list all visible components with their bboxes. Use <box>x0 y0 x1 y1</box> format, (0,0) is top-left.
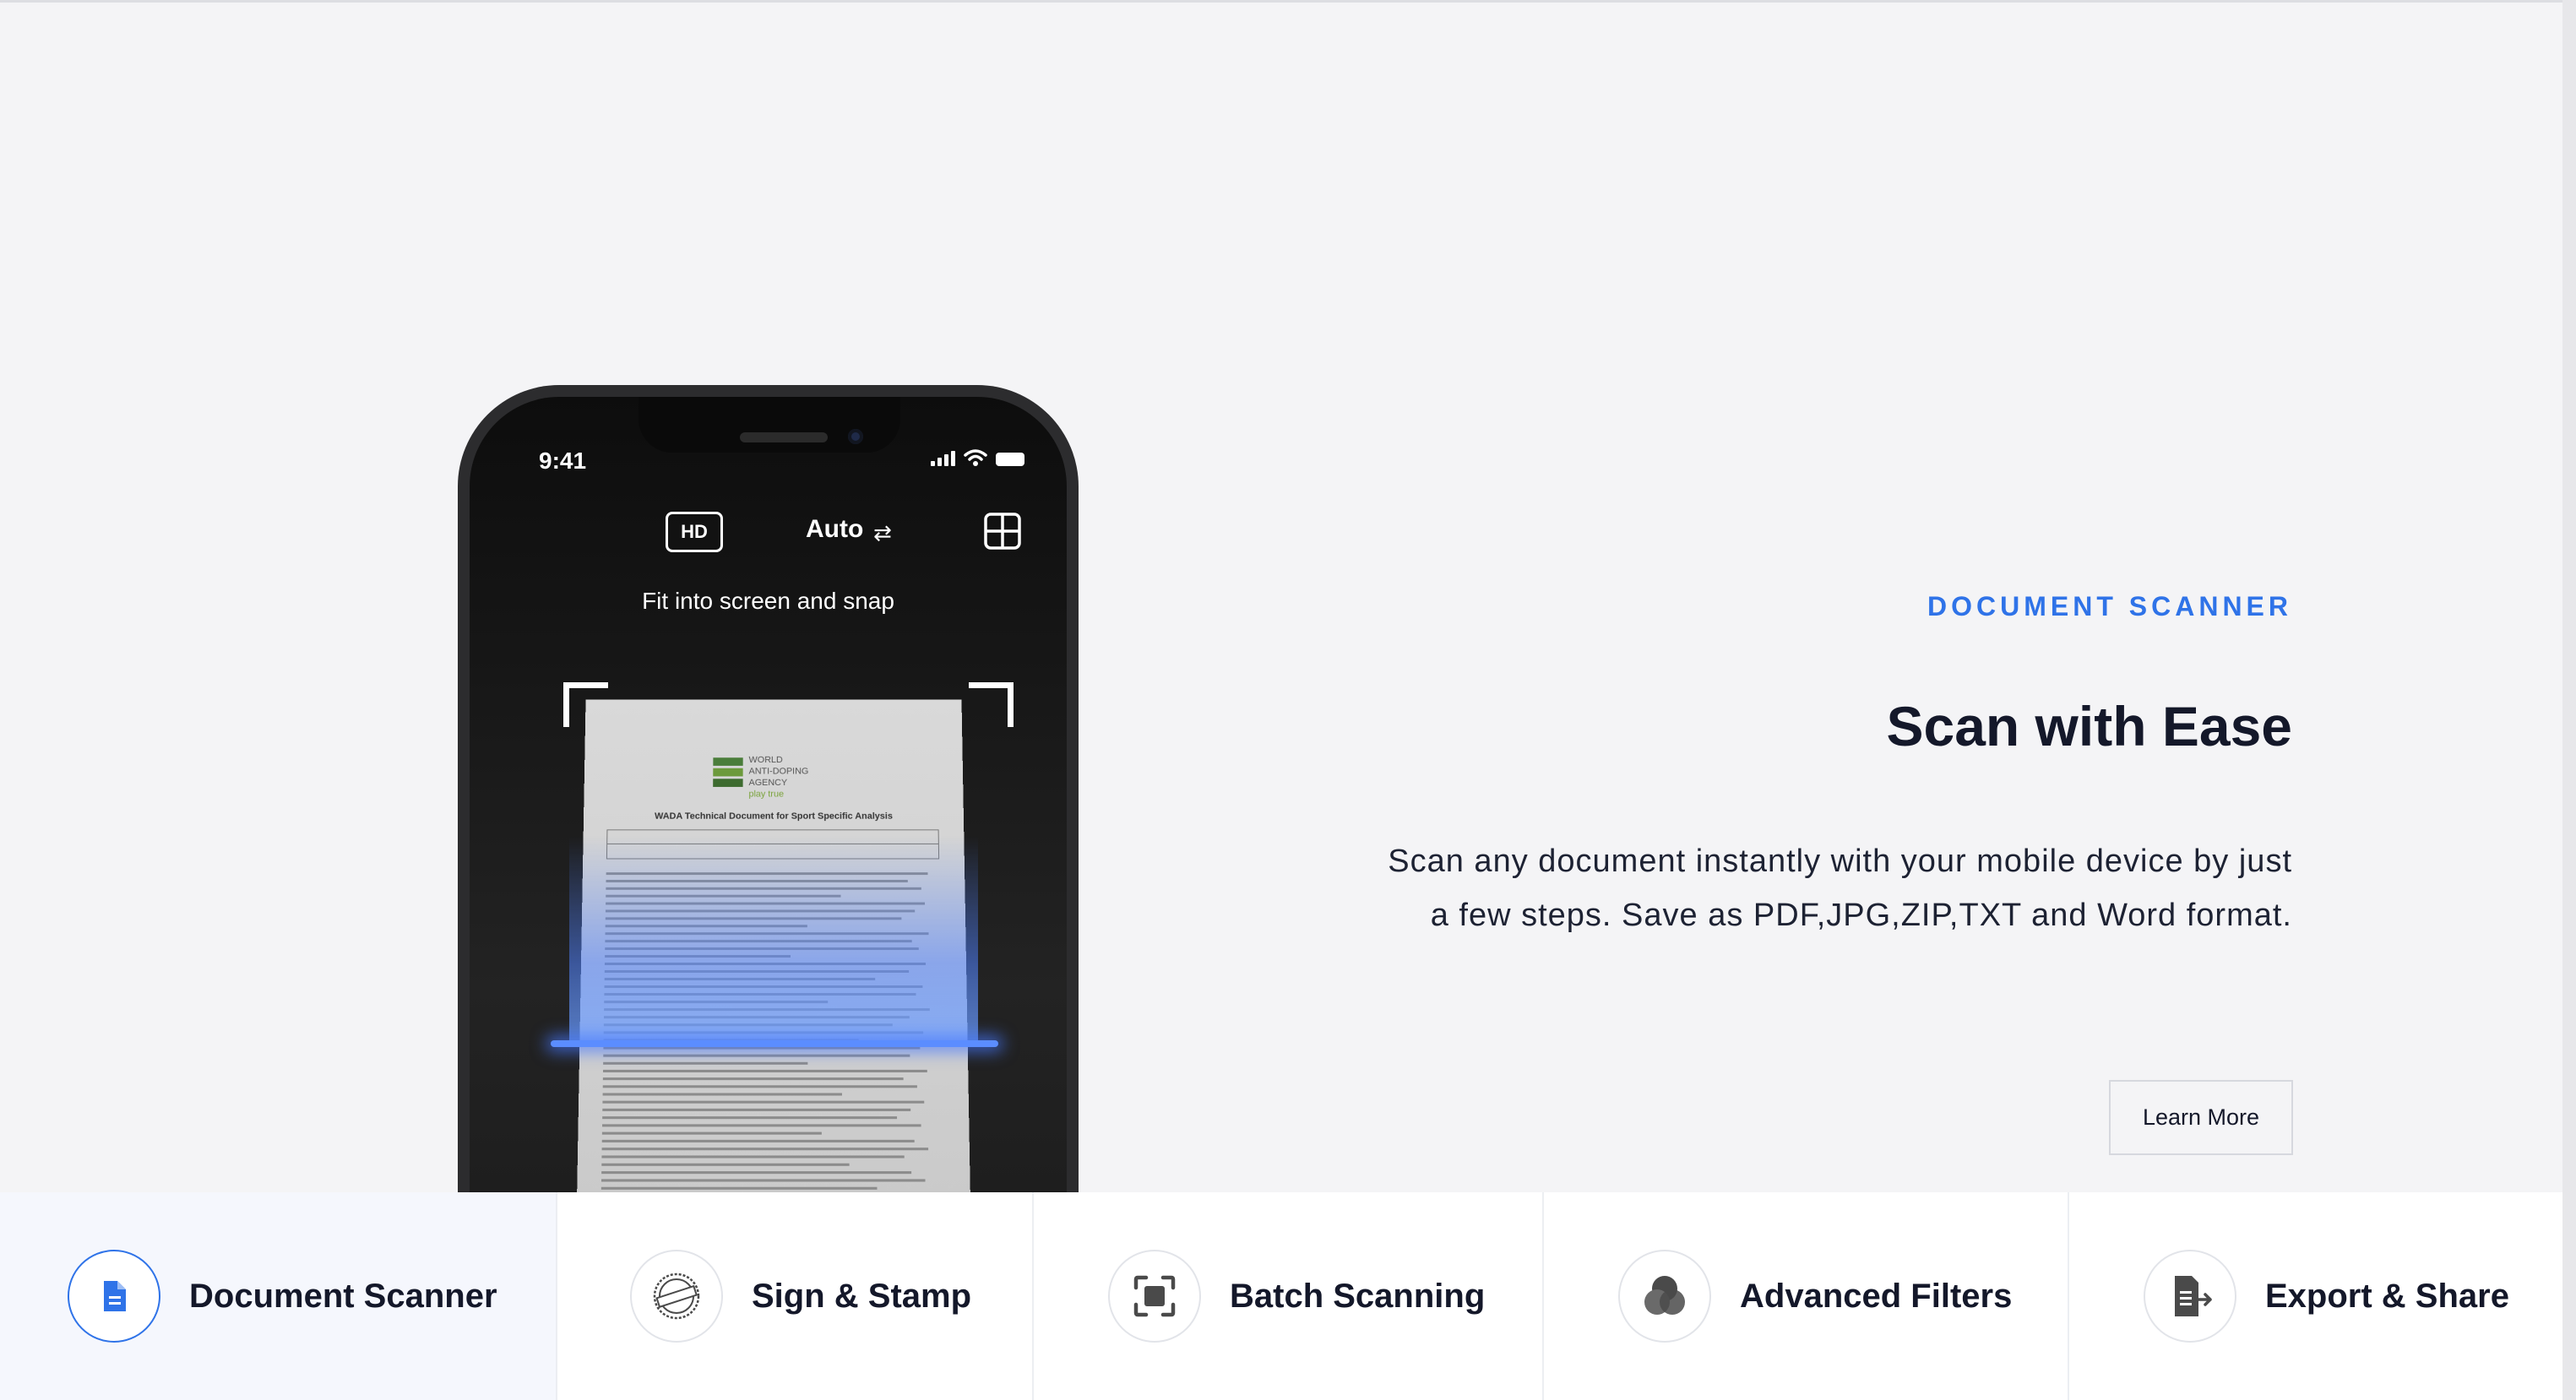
section-description: Scan any document instantly with your mo… <box>1388 844 2292 933</box>
tab-export-share[interactable]: Export & Share <box>2069 1192 2562 1400</box>
tab-label: Batch Scanning <box>1230 1277 1486 1315</box>
battery-icon <box>996 453 1024 466</box>
signal-icon <box>931 451 955 466</box>
tab-label: Sign & Stamp <box>752 1277 972 1315</box>
phone-speaker <box>740 432 828 442</box>
auto-mode-label[interactable]: Auto <box>806 515 863 544</box>
phone-screen: 9:41 HD Auto ⇄ Fit into screen and snap <box>470 397 1067 1196</box>
page-title: Scan with Ease <box>1886 695 2292 757</box>
tab-batch-scanning[interactable]: Batch Scanning <box>1034 1192 1544 1400</box>
tab-document-scanner[interactable]: Document Scanner <box>0 1192 557 1400</box>
feature-tabs: Document Scanner Sign & Stamp Batch Scan… <box>0 1192 2562 1400</box>
tab-label: Document Scanner <box>189 1277 497 1315</box>
document-icon <box>68 1250 160 1343</box>
status-time: 9:41 <box>539 448 587 474</box>
tab-advanced-filters[interactable]: Advanced Filters <box>1544 1192 2069 1400</box>
camera-hint: Fit into screen and snap <box>642 588 894 614</box>
front-camera-icon <box>848 429 863 444</box>
wada-logo <box>713 757 743 787</box>
export-icon <box>2144 1250 2236 1343</box>
swap-arrows-icon[interactable]: ⇄ <box>873 520 892 546</box>
scan-glow <box>569 836 978 1047</box>
scrollbar[interactable] <box>2562 0 2576 1400</box>
phone-notch <box>639 397 900 453</box>
tab-label: Advanced Filters <box>1740 1277 2013 1315</box>
grid-icon[interactable] <box>983 512 1022 551</box>
document-org-name: WORLD ANTI-DOPING AGENCY play true <box>748 755 809 800</box>
batch-scan-icon <box>1108 1250 1201 1343</box>
scan-line <box>551 1040 998 1047</box>
hd-toggle[interactable]: HD <box>666 512 723 552</box>
camera-toolbar: HD Auto ⇄ <box>470 512 1067 562</box>
certified-stamp-icon <box>630 1250 723 1343</box>
tab-sign-stamp[interactable]: Sign & Stamp <box>557 1192 1034 1400</box>
tab-label: Export & Share <box>2265 1277 2509 1315</box>
phone-mockup: 9:41 HD Auto ⇄ Fit into screen and snap <box>458 385 1079 1196</box>
learn-more-button[interactable]: Learn More <box>2109 1080 2293 1155</box>
document-title: WADA Technical Document for Sport Specif… <box>655 811 893 822</box>
frame-corner-icon <box>969 682 1014 727</box>
filters-icon <box>1618 1250 1711 1343</box>
section-eyebrow: DOCUMENT SCANNER <box>1927 591 2292 621</box>
top-divider <box>0 0 2576 3</box>
wifi-icon <box>964 449 987 466</box>
status-icons <box>931 449 1024 466</box>
